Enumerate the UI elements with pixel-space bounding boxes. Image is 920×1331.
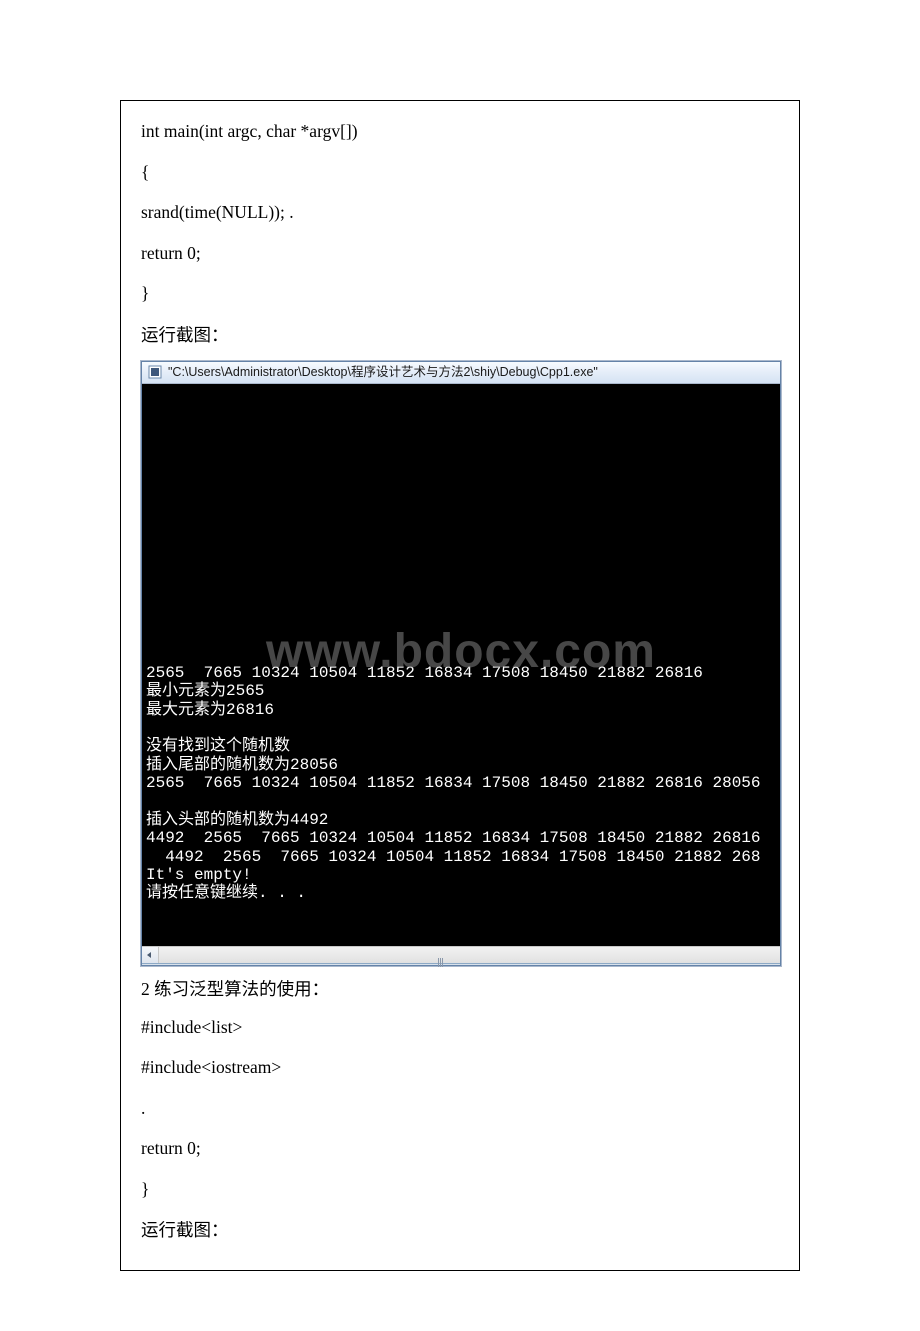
document-page: int main(int argc, char *argv[]) { srand… [0, 0, 920, 1331]
code-line: #include<list> [141, 1015, 779, 1040]
console-titlebar: "C:\Users\Administrator\Desktop\程序设计艺术与方… [142, 362, 780, 384]
code-line: } [141, 1177, 779, 1202]
code-line: { [141, 160, 779, 185]
console-app-icon [148, 365, 162, 379]
code-line: #include<iostream> [141, 1055, 779, 1080]
scroll-left-button[interactable] [142, 947, 159, 963]
content-frame: int main(int argc, char *argv[]) { srand… [120, 100, 800, 1271]
code-line: return 0; [141, 1136, 779, 1161]
console-window: "C:\Users\Administrator\Desktop\程序设计艺术与方… [141, 361, 781, 966]
code-line: . [141, 1096, 779, 1121]
console-bottom-border [142, 963, 780, 965]
console-output: 2565 7665 10324 10504 11852 16834 17508 … [142, 384, 780, 946]
scrollbar-grip-icon [438, 958, 444, 967]
console-horizontal-scrollbar[interactable] [142, 946, 780, 963]
code-line: int main(int argc, char *argv[]) [141, 119, 779, 144]
console-text: 2565 7665 10324 10504 11852 16834 17508 … [146, 664, 776, 903]
code-line: } [141, 281, 779, 306]
code-line: return 0; [141, 241, 779, 266]
run-screenshot-label: 运行截图： [141, 322, 779, 347]
console-title-text: "C:\Users\Administrator\Desktop\程序设计艺术与方… [168, 365, 598, 379]
code-line: srand(time(NULL)); . [141, 200, 779, 225]
run-screenshot-label: 运行截图： [141, 1217, 779, 1242]
section-heading: 2 练习泛型算法的使用： [141, 976, 779, 1001]
